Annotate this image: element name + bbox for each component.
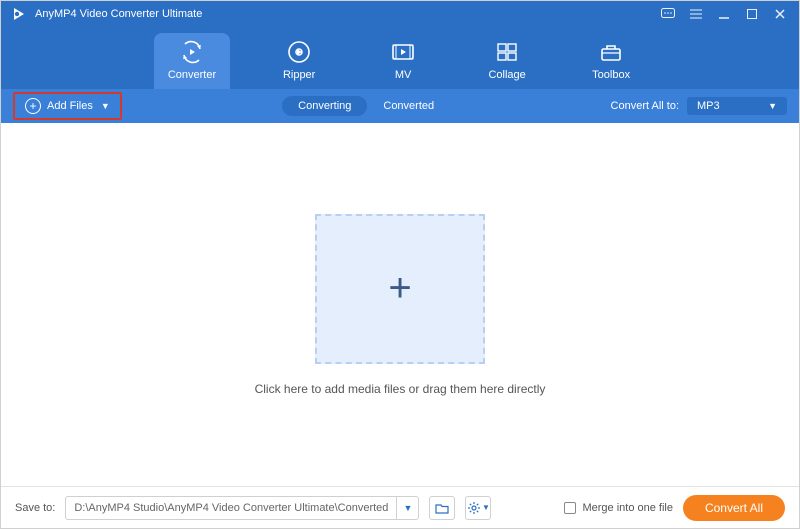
- status-segment: Converting Converted: [282, 96, 450, 116]
- nav-label: Converter: [168, 69, 216, 81]
- tab-converted[interactable]: Converted: [367, 96, 450, 116]
- mv-icon: [390, 39, 416, 65]
- convert-all-to-label: Convert All to:: [611, 100, 679, 112]
- feedback-icon[interactable]: [659, 5, 677, 23]
- save-path-box: D:\AnyMP4 Studio\AnyMP4 Video Converter …: [65, 496, 419, 520]
- settings-button[interactable]: ▼: [465, 496, 491, 520]
- title-bar: AnyMP4 Video Converter Ultimate: [1, 1, 799, 27]
- close-button[interactable]: [771, 5, 789, 23]
- open-folder-button[interactable]: [429, 496, 455, 520]
- nav-label: MV: [395, 69, 412, 81]
- minimize-button[interactable]: [715, 5, 733, 23]
- toolbox-icon: [598, 39, 624, 65]
- converter-icon: [179, 39, 205, 65]
- save-path-input[interactable]: D:\AnyMP4 Studio\AnyMP4 Video Converter …: [66, 502, 396, 514]
- app-logo-icon: [11, 6, 27, 22]
- ripper-icon: [286, 39, 312, 65]
- convert-all-to-value: MP3: [697, 100, 720, 112]
- sub-bar: + Add Files ▼ Converting Converted Conve…: [1, 89, 799, 123]
- checkbox-icon: [564, 502, 576, 514]
- drop-zone[interactable]: +: [315, 214, 485, 364]
- maximize-button[interactable]: [743, 5, 761, 23]
- add-files-highlight: + Add Files ▼: [13, 92, 122, 120]
- nav-toolbox[interactable]: Toolbox: [576, 33, 646, 89]
- convert-all-to: Convert All to: MP3 ▼: [611, 97, 787, 115]
- chevron-down-icon: ▼: [101, 101, 110, 111]
- save-to-label: Save to:: [15, 502, 55, 514]
- work-area: + Click here to add media files or drag …: [1, 123, 799, 486]
- add-files-button[interactable]: + Add Files ▼: [19, 96, 116, 116]
- convert-all-to-select[interactable]: MP3 ▼: [687, 97, 787, 115]
- tab-converting[interactable]: Converting: [282, 96, 367, 116]
- main-nav: Converter Ripper MV Collage Toolbox: [1, 27, 799, 89]
- nav-mv[interactable]: MV: [368, 33, 438, 89]
- merge-label: Merge into one file: [582, 502, 673, 514]
- save-path-dropdown[interactable]: ▼: [396, 497, 418, 519]
- collage-icon: [494, 39, 520, 65]
- nav-label: Toolbox: [592, 69, 630, 81]
- add-files-label: Add Files: [47, 100, 93, 112]
- app-window: AnyMP4 Video Converter Ultimate Converte…: [0, 0, 800, 529]
- menu-icon[interactable]: [687, 5, 705, 23]
- plus-circle-icon: +: [25, 98, 41, 114]
- drop-hint: Click here to add media files or drag th…: [255, 382, 546, 396]
- nav-label: Collage: [488, 69, 525, 81]
- chevron-down-icon: ▼: [482, 503, 490, 512]
- merge-checkbox[interactable]: Merge into one file: [564, 502, 673, 514]
- nav-ripper[interactable]: Ripper: [264, 33, 334, 89]
- nav-label: Ripper: [283, 69, 315, 81]
- convert-all-button[interactable]: Convert All: [683, 495, 785, 521]
- nav-converter[interactable]: Converter: [154, 33, 230, 89]
- nav-collage[interactable]: Collage: [472, 33, 542, 89]
- footer-bar: Save to: D:\AnyMP4 Studio\AnyMP4 Video C…: [1, 486, 799, 528]
- plus-icon: +: [388, 266, 411, 311]
- chevron-down-icon: ▼: [768, 101, 777, 111]
- app-title: AnyMP4 Video Converter Ultimate: [35, 8, 202, 20]
